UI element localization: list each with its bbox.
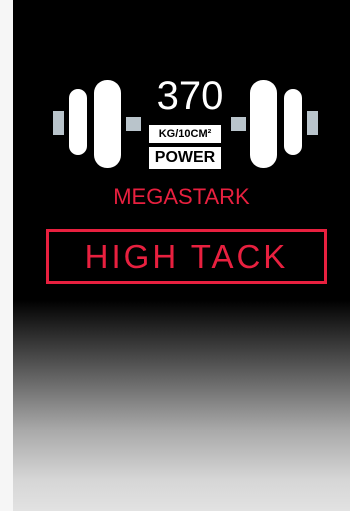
weight-value: 370 — [156, 74, 224, 118]
product-label-panel: 370 KG/10CM² POWER MEGASTARK HIGH TACK — [13, 0, 350, 511]
dumbbell-left-inner-plate — [94, 80, 121, 168]
dumbbell-left-outer-plate — [69, 89, 87, 155]
dumbbell-right-connector — [231, 117, 246, 131]
dumbbell-right-outer-plate — [284, 89, 302, 155]
dumbbell-right-end-cap — [307, 111, 318, 135]
high-tack-badge: HIGH TACK — [46, 229, 327, 284]
dumbbell-left-connector — [126, 117, 141, 131]
dumbbell-left-end-cap — [53, 111, 64, 135]
brand-name: MEGASTARK — [113, 184, 250, 209]
dumbbell-right-inner-plate — [250, 80, 277, 168]
page: 370 KG/10CM² POWER MEGASTARK HIGH TACK — [0, 0, 350, 511]
power-badge: POWER — [149, 147, 221, 169]
weight-unit-badge: KG/10CM² — [149, 125, 221, 143]
